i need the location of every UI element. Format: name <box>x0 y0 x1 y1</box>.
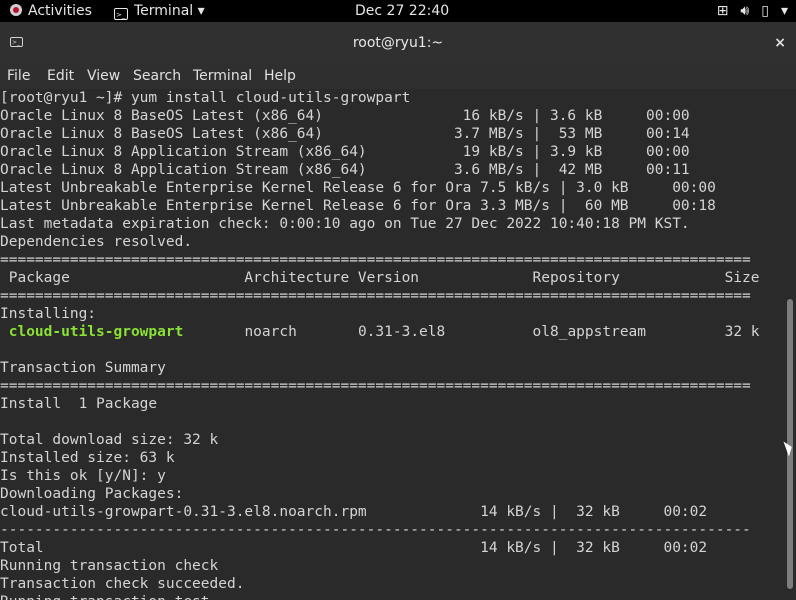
chevron-down-icon: ▾ <box>197 3 205 19</box>
network-icon: ⊞ <box>716 3 729 19</box>
terminal-line: [root@ryu1 ~]# yum install cloud-utils-g… <box>0 90 411 106</box>
terminal-line: Installing: <box>0 306 97 322</box>
activities-label: Activities <box>28 3 92 19</box>
terminal-line: ========================================… <box>0 252 751 268</box>
app-menu-label: Terminal <box>134 3 194 19</box>
system-status-area[interactable]: ⊞ 🔊︎ ▯ ▾ <box>705 0 788 22</box>
terminal-output[interactable]: [root@ryu1 ~]# yum install cloud-utils-g… <box>0 89 784 600</box>
terminal-line: Oracle Linux 8 Application Stream (x86_6… <box>0 144 690 160</box>
app-menu-button[interactable]: >_ Terminal ▾ <box>114 0 205 22</box>
terminal-line: Total 14 kB/s | 32 kB 00:02 <box>0 540 708 556</box>
menu-file[interactable]: File <box>7 64 30 89</box>
terminal-line: Installed size: 63 k <box>0 450 175 466</box>
menu-bar: File Edit View Search Terminal Help <box>0 64 796 89</box>
menu-view[interactable]: View <box>87 64 120 89</box>
terminal-line: Package Architecture Version Repository … <box>0 270 760 286</box>
terminal-lines: [root@ryu1 ~]# yum install cloud-utils-g… <box>0 89 760 600</box>
terminal-line: Running transaction test <box>0 593 760 600</box>
terminal-app-icon: >_ <box>114 8 128 20</box>
terminal-line: Is this ok [y/N]: y <box>0 468 166 484</box>
menu-help[interactable]: Help <box>264 64 296 89</box>
terminal-line: ========================================… <box>0 288 751 304</box>
terminal-line: Dependencies resolved. <box>0 234 193 250</box>
terminal-line: Oracle Linux 8 Application Stream (x86_6… <box>0 162 690 178</box>
terminal-line: Latest Unbreakable Enterprise Kernel Rel… <box>0 198 716 214</box>
terminal-line: Last metadata expiration check: 0:00:10 … <box>0 216 690 232</box>
terminal-line: Running transaction check <box>0 558 219 574</box>
terminal-line: Total download size: 32 k <box>0 432 219 448</box>
window-titlebar[interactable]: >_ root@ryu1:~ × <box>0 22 796 65</box>
activities-button[interactable]: Activities <box>10 0 92 22</box>
terminal-line: Transaction check succeeded. <box>0 576 245 592</box>
battery-icon: ▯ <box>761 3 769 19</box>
close-button[interactable]: × <box>774 22 786 64</box>
window-title: root@ryu1:~ <box>352 35 444 51</box>
scrollbar[interactable] <box>784 89 796 600</box>
terminal-line: cloud-utils-growpart noarch 0.31-3.el8 o… <box>8 324 760 340</box>
terminal-line: ----------------------------------------… <box>0 522 751 538</box>
terminal-line: Oracle Linux 8 BaseOS Latest (x86_64) 16… <box>0 108 690 124</box>
system-menu-icon: ▾ <box>780 3 788 19</box>
terminal-line: ========================================… <box>0 378 751 394</box>
menu-search[interactable]: Search <box>133 64 181 89</box>
gnome-top-bar: Activities >_ Terminal ▾ Dec 27 22:40 ⊞ 🔊︎… <box>0 0 796 22</box>
terminal-line: Downloading Packages: <box>0 486 184 502</box>
terminal-line: Latest Unbreakable Enterprise Kernel Rel… <box>0 180 716 196</box>
menu-edit[interactable]: Edit <box>47 64 74 89</box>
fedora-logo-icon <box>10 4 22 16</box>
package-name-highlight: cloud-utils-growpart <box>8 324 184 340</box>
menu-terminal[interactable]: Terminal <box>193 64 252 89</box>
terminal-line: Oracle Linux 8 BaseOS Latest (x86_64) 3.… <box>0 126 690 142</box>
terminal-line: Install 1 Package <box>0 396 158 412</box>
clock[interactable]: Dec 27 22:40 <box>355 0 449 22</box>
volume-icon: 🔊︎ <box>740 3 750 19</box>
terminal-line: cloud-utils-growpart-0.31-3.el8.noarch.r… <box>0 504 708 520</box>
terminal-line: Transaction Summary <box>0 360 166 376</box>
